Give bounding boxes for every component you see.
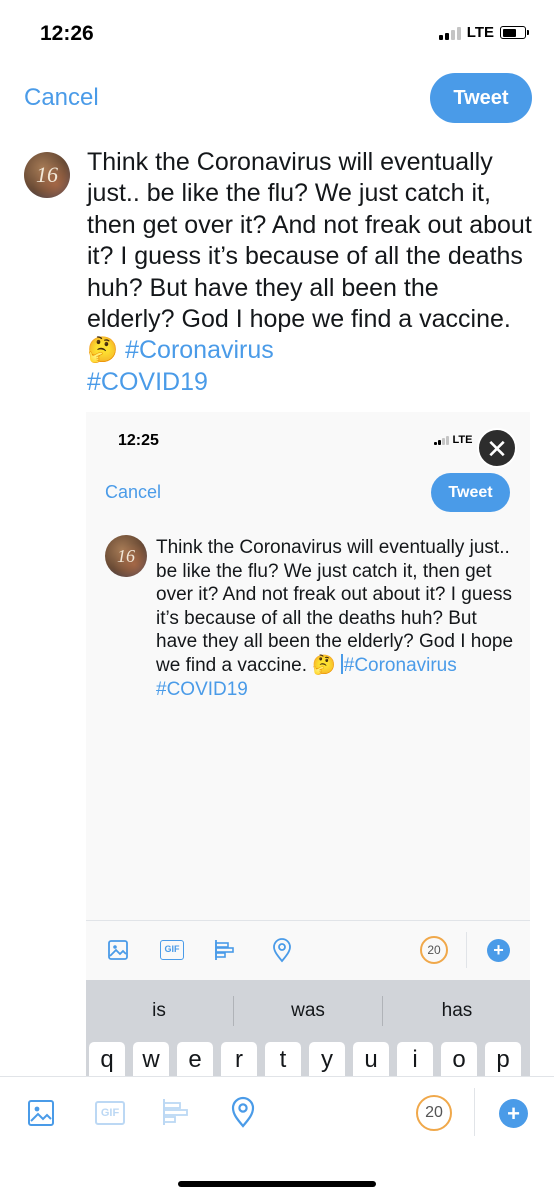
embedded-text-body: Think the Coronavirus will eventually ju… (156, 537, 514, 676)
embedded-avatar-label: 16 (117, 545, 135, 566)
status-time: 12:26 (40, 22, 94, 45)
tweet-button[interactable]: Tweet (430, 73, 532, 123)
embedded-add-tweet-icon: + (487, 939, 510, 962)
character-counter: 20 (416, 1095, 452, 1131)
gif-icon[interactable]: GIF (95, 1101, 125, 1125)
embedded-toolbar-separator (466, 932, 467, 968)
image-icon[interactable] (27, 1099, 55, 1127)
embedded-suggestion-3: has (441, 1000, 473, 1021)
embedded-gif-icon: GIF (160, 940, 184, 960)
embedded-signal-icon (434, 435, 449, 445)
embedded-hashtag-coronavirus: #Coronavirus (343, 654, 457, 676)
embedded-network-label: LTE (452, 434, 473, 446)
embedded-status-time: 12:25 (118, 432, 159, 449)
location-icon[interactable] (230, 1096, 256, 1128)
embedded-divider (86, 920, 530, 921)
cancel-button[interactable]: Cancel (24, 84, 99, 112)
status-indicators: LTE (438, 24, 529, 41)
embedded-image-icon (108, 940, 128, 960)
hashtag-coronavirus[interactable]: #Coronavirus (125, 336, 274, 364)
tweet-text-field[interactable]: Think the Coronavirus will eventually ju… (87, 147, 532, 398)
tweet-text: Think the Coronavirus will eventually ju… (87, 148, 532, 365)
embedded-suggestion-1: is (152, 1000, 166, 1021)
home-indicator[interactable] (178, 1181, 376, 1187)
embedded-suggestion-2: was (291, 1000, 325, 1021)
remove-image-close-icon[interactable]: ✕ (477, 428, 517, 468)
embedded-cancel-label: Cancel (105, 482, 162, 502)
text-caret (341, 653, 343, 674)
network-label: LTE (466, 24, 494, 41)
poll-icon[interactable] (161, 1097, 191, 1127)
embedded-location-icon (273, 938, 291, 963)
hashtag-covid19[interactable]: #COVID19 (87, 368, 208, 396)
embedded-avatar: 16 (105, 535, 147, 577)
signal-icon (438, 26, 461, 40)
battery-icon (500, 26, 529, 39)
embedded-suggestion-separator (382, 996, 383, 1026)
toolbar-separator (474, 1088, 475, 1136)
embedded-status-indicators: LTE (434, 434, 472, 446)
avatar-label: 16 (36, 162, 58, 187)
embedded-hashtag-covid19: #COVID19 (156, 678, 248, 700)
embedded-tweet-text: Think the Coronavirus will eventually ju… (156, 536, 516, 701)
embedded-tweet-label: Tweet (431, 473, 510, 512)
add-tweet-button[interactable]: + (499, 1099, 528, 1128)
avatar[interactable]: 16 (24, 152, 70, 198)
embedded-poll-icon (215, 940, 234, 960)
embedded-character-counter: 20 (420, 936, 448, 964)
embedded-suggestion-separator (233, 996, 234, 1026)
